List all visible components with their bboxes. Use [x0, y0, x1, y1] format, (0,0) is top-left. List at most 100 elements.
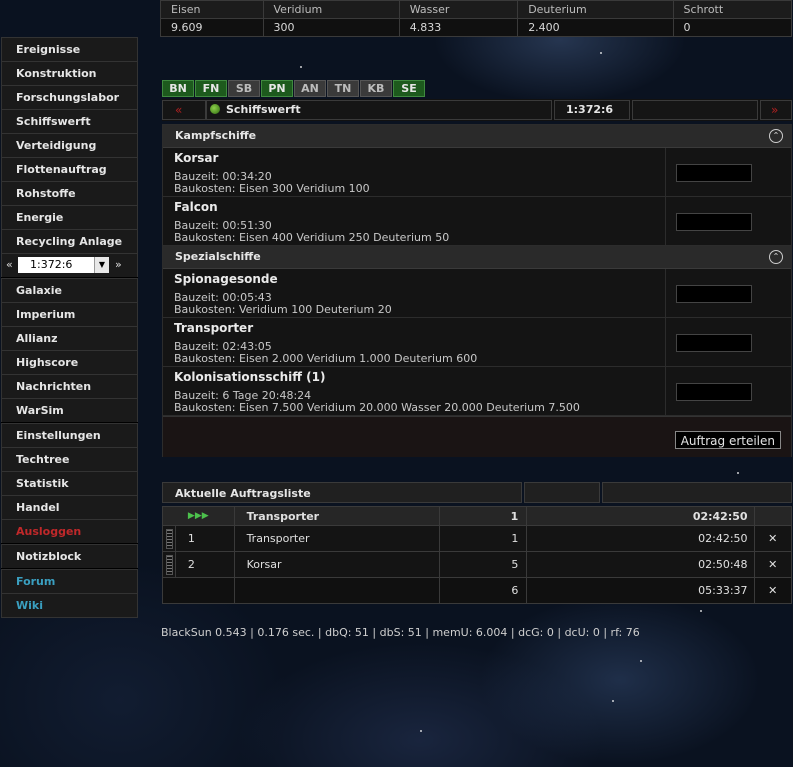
current-order-count: 1 — [439, 506, 528, 526]
order-total-row: 6 05:33:37 ✕ — [162, 577, 793, 604]
ship-divider — [665, 269, 666, 317]
auftrag-erteilen-button[interactable]: Auftrag erteilen — [674, 431, 781, 449]
ship-baukosten: Baukosten: Veridium 100 Deuterium 20 — [174, 303, 392, 316]
order-index: 2 — [174, 551, 235, 578]
menu-item-konstruktion[interactable]: Konstruktion — [1, 61, 138, 85]
tab-kb[interactable]: KB — [360, 80, 392, 97]
tab-an[interactable]: AN — [294, 80, 326, 97]
current-order-name: Transporter — [233, 506, 441, 526]
menu-item-schiffswerft[interactable]: Schiffswerft — [1, 109, 138, 133]
order-count: 5 — [439, 551, 528, 578]
drag-handle-icon[interactable] — [162, 525, 176, 552]
order-list-header-cell — [602, 482, 792, 503]
ship-divider — [665, 318, 666, 366]
menu-item-techtree[interactable]: Techtree — [1, 447, 138, 471]
shipyard-prev-cell: « — [162, 100, 206, 120]
menu-item-rohstoffe[interactable]: Rohstoffe — [1, 181, 138, 205]
collapse-icon[interactable]: ⌃ — [769, 129, 783, 143]
shipyard-blank-cell — [632, 100, 758, 120]
section-title: Kampfschiffe — [175, 129, 257, 142]
ship-baukosten: Baukosten: Eisen 2.000 Veridium 1.000 De… — [174, 352, 478, 365]
delete-all-icon[interactable]: ✕ — [753, 577, 793, 604]
shipyard-header: « Schiffswerft 1:372:6 » — [162, 99, 792, 121]
ship-quantity-input[interactable] — [676, 334, 752, 352]
order-list-header-cell — [524, 482, 600, 503]
tab-bn[interactable]: BN — [162, 80, 194, 97]
menu-item-energie[interactable]: Energie — [1, 205, 138, 229]
total-count: 6 — [439, 577, 528, 604]
total-time: 05:33:37 — [526, 577, 755, 604]
menu-item-galaxie[interactable]: Galaxie — [1, 278, 138, 302]
tab-sb[interactable]: SB — [228, 80, 260, 97]
menu-item-handel[interactable]: Handel — [1, 495, 138, 519]
ship-quantity-input[interactable] — [676, 213, 752, 231]
menu-item-statistik[interactable]: Statistik — [1, 471, 138, 495]
shipyard-next-button[interactable]: » — [771, 101, 778, 119]
menu-item-forschungslabor[interactable]: Forschungslabor — [1, 85, 138, 109]
menu-item-notizblock[interactable]: Notizblock — [1, 544, 138, 568]
current-order-row: ▶▶▶ Transporter 1 02:42:50 — [162, 506, 793, 526]
ship-name: Transporter — [174, 321, 254, 335]
star — [700, 610, 702, 612]
section-spezialschiffe: Spezialschiffe ⌃ — [163, 246, 791, 269]
menu-item-highscore[interactable]: Highscore — [1, 350, 138, 374]
menu-item-warsim[interactable]: WarSim — [1, 398, 138, 422]
order-list-header: Aktuelle Auftragsliste — [162, 482, 792, 504]
resource-header-deuterium: Deuterium — [517, 0, 674, 19]
play-icon: ▶▶▶ — [162, 506, 235, 526]
table-row: 1 Transporter 1 02:42:50 ✕ — [162, 525, 793, 552]
shipyard-coords: 1:372:6 — [566, 103, 614, 116]
menu-item-flottenauftrag[interactable]: Flottenauftrag — [1, 157, 138, 181]
resource-value-veridium: 300 — [262, 18, 400, 37]
tab-tn[interactable]: TN — [327, 80, 359, 97]
menu-item-allianz[interactable]: Allianz — [1, 326, 138, 350]
star — [300, 66, 302, 68]
menu-item-ausloggen[interactable]: Ausloggen — [1, 519, 138, 543]
resource-value-schrott: 0 — [672, 18, 793, 37]
chevron-down-icon[interactable]: ▼ — [94, 257, 109, 273]
tab-se[interactable]: SE — [393, 80, 425, 97]
status-dot-icon — [210, 104, 220, 114]
delete-icon[interactable]: ✕ — [753, 525, 793, 552]
order-area: Auftrag erteilen — [163, 416, 791, 457]
menu-item-wiki[interactable]: Wiki — [1, 593, 138, 618]
planet-next-button[interactable]: » — [115, 258, 122, 271]
menu-item-imperium[interactable]: Imperium — [1, 302, 138, 326]
drag-handle-icon[interactable] — [162, 551, 176, 578]
resource-bar: Eisen Veridium Wasser Deuterium Schrott … — [160, 0, 793, 37]
star — [737, 472, 739, 474]
menu-item-nachrichten[interactable]: Nachrichten — [1, 374, 138, 398]
resource-header-schrott: Schrott — [672, 0, 793, 19]
order-time: 02:42:50 — [526, 525, 755, 552]
ship-baukosten: Baukosten: Eisen 7.500 Veridium 20.000 W… — [174, 401, 580, 414]
menu-item-forum[interactable]: Forum — [1, 569, 138, 593]
ship-name: Falcon — [174, 200, 218, 214]
current-order-blank — [753, 506, 793, 526]
shipyard-prev-button[interactable]: « — [175, 101, 182, 119]
tab-fn[interactable]: FN — [195, 80, 227, 97]
star — [640, 660, 642, 662]
ship-quantity-input[interactable] — [676, 164, 752, 182]
sidebar-menu: Ereignisse Konstruktion Forschungslabor … — [1, 37, 138, 618]
tab-pn[interactable]: PN — [261, 80, 293, 97]
delete-icon[interactable]: ✕ — [753, 551, 793, 578]
ship-list-panel: Kampfschiffe ⌃ Korsar Bauzeit: 00:34:20 … — [162, 124, 792, 457]
resource-header-eisen: Eisen — [160, 0, 264, 19]
footer-stats: BlackSun 0.543 | 0.176 sec. | dbQ: 51 | … — [161, 626, 640, 639]
menu-item-ereignisse[interactable]: Ereignisse — [1, 37, 138, 61]
ship-quantity-input[interactable] — [676, 383, 752, 401]
total-blank — [162, 577, 235, 604]
collapse-icon[interactable]: ⌃ — [769, 250, 783, 264]
ship-divider — [665, 148, 666, 196]
order-list-title-cell: Aktuelle Auftragsliste — [162, 482, 522, 503]
ship-row-transporter: Transporter Bauzeit: 02:43:05 Baukosten:… — [163, 318, 791, 367]
order-list-title: Aktuelle Auftragsliste — [175, 487, 311, 500]
planet-prev-button[interactable]: « — [6, 258, 13, 271]
menu-item-einstellungen[interactable]: Einstellungen — [1, 423, 138, 447]
menu-item-verteidigung[interactable]: Verteidigung — [1, 133, 138, 157]
menu-item-recycling-anlage[interactable]: Recycling Anlage — [1, 229, 138, 253]
order-count: 1 — [439, 525, 528, 552]
section-kampfschiffe: Kampfschiffe ⌃ — [163, 125, 791, 148]
ship-name: Kolonisationsschiff (1) — [174, 370, 326, 384]
ship-quantity-input[interactable] — [676, 285, 752, 303]
